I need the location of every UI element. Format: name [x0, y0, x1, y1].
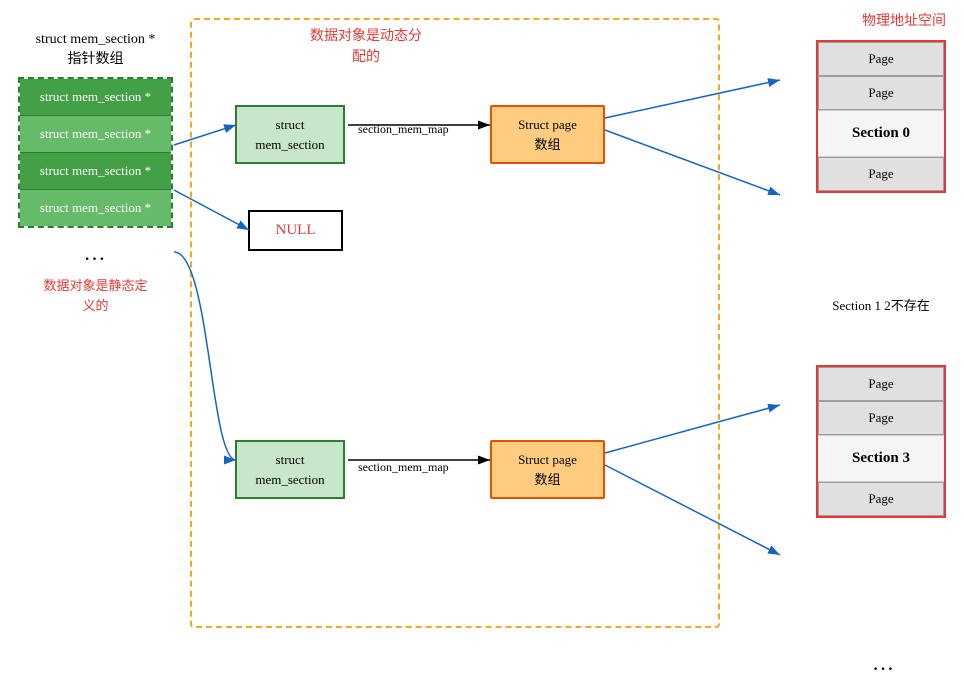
section3-label: Section 3 — [818, 435, 944, 482]
section0-page-1: Page — [818, 76, 944, 110]
struct-page-top-label2: 数组 — [534, 137, 560, 152]
static-label: 数据对象是静态定 义的 — [18, 276, 173, 315]
struct-bottom-box: struct mem_section — [235, 440, 345, 499]
null-box: NULL — [248, 210, 343, 251]
ptr-array-title-line2: 指针数组 — [68, 52, 124, 67]
pointer-array-box: struct mem_section * struct mem_section … — [18, 77, 173, 228]
phys-address-title: 物理地址空间 — [862, 10, 946, 30]
left-dots: … — [18, 228, 173, 270]
section3-page-0: Page — [818, 367, 944, 401]
dynamic-label-line2: 配的 — [352, 50, 380, 65]
section3-block: Page Page Section 3 Page — [816, 365, 946, 518]
struct-top-box: struct mem_section — [235, 105, 345, 164]
diagram-container: 物理地址空间 struct mem_section * 指针数组 struct … — [0, 0, 964, 694]
section0-page-2: Page — [818, 157, 944, 191]
static-label-line2: 义的 — [82, 298, 108, 313]
section0-label: Section 0 — [818, 110, 944, 157]
ptr-row-2: struct mem_section * — [20, 153, 171, 190]
null-label: NULL — [276, 222, 316, 238]
left-panel: struct mem_section * 指针数组 struct mem_sec… — [18, 30, 173, 315]
section-mem-map-top-label: section_mem_map — [358, 122, 449, 137]
dynamic-label: 数据对象是动态分 配的 — [310, 26, 422, 68]
section0-block: Page Page Section 0 Page — [816, 40, 946, 193]
struct-page-bottom-label2: 数组 — [534, 472, 560, 487]
left-panel-title: struct mem_section * 指针数组 — [18, 30, 173, 69]
struct-page-bottom-box: Struct page 数组 — [490, 440, 605, 499]
dynamic-label-line1: 数据对象是动态分 — [310, 29, 422, 44]
ptr-row-1: struct mem_section * — [20, 116, 171, 153]
section12-note: Section 1 2不存在 — [816, 295, 946, 314]
static-label-line1: 数据对象是静态定 — [43, 278, 147, 293]
section-mem-map-bottom-label: section_mem_map — [358, 460, 449, 475]
struct-bottom-label2: mem_section — [255, 472, 324, 487]
struct-bottom-label1: struct — [276, 452, 305, 467]
struct-page-bottom-label1: Struct page — [518, 452, 577, 467]
section3-page-1: Page — [818, 401, 944, 435]
bottom-dots-right: … — [872, 650, 896, 676]
struct-top-label1: struct — [276, 117, 305, 132]
struct-page-top-box: Struct page 数组 — [490, 105, 605, 164]
ptr-row-3: struct mem_section * — [20, 190, 171, 226]
section3-page-2: Page — [818, 482, 944, 516]
section0-page-0: Page — [818, 42, 944, 76]
ptr-array-title-line1: struct mem_section * — [36, 32, 156, 47]
ptr-row-0: struct mem_section * — [20, 79, 171, 116]
struct-top-label2: mem_section — [255, 137, 324, 152]
struct-page-top-label1: Struct page — [518, 117, 577, 132]
